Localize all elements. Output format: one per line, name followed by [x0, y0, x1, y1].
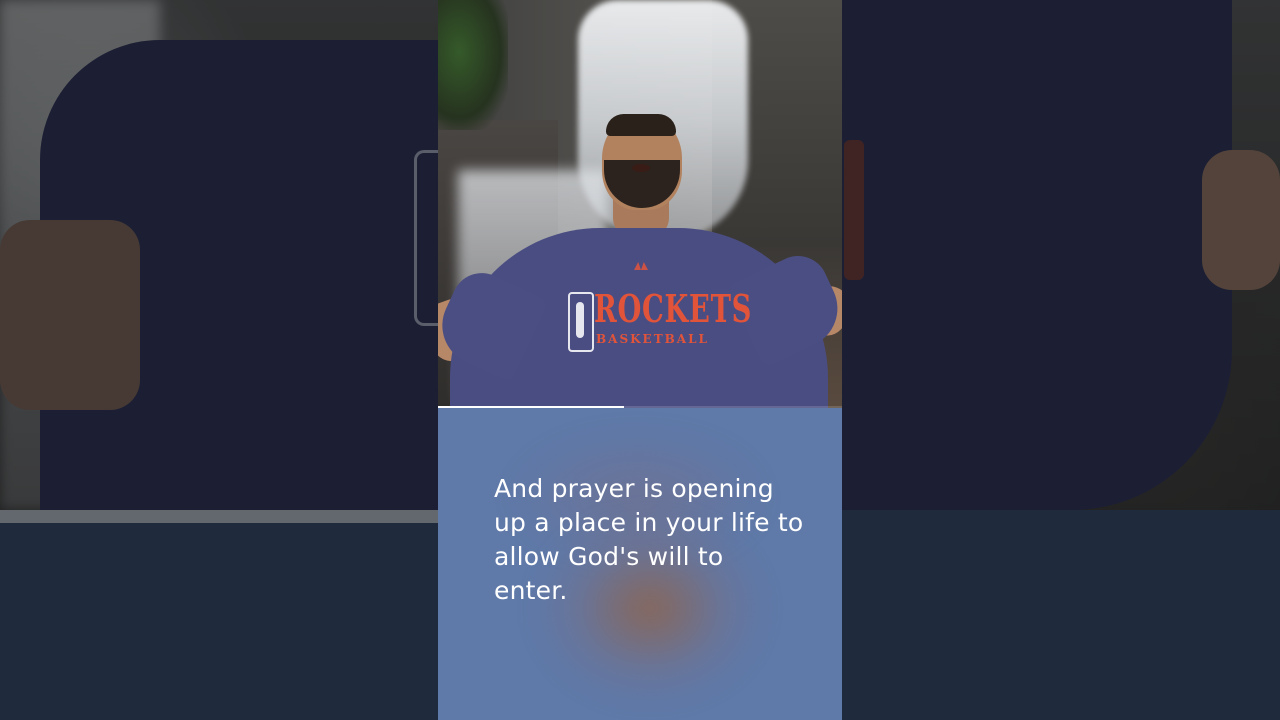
video-scene: ROCKETS BASKETBALL: [438, 0, 842, 408]
nba-logo-figure: [576, 302, 584, 338]
shirt-text-sub: BASKETBALL: [596, 332, 709, 346]
caption-panel: And prayer is opening up a place in your…: [438, 408, 842, 720]
caption-text: And prayer is opening up a place in your…: [494, 474, 804, 605]
backdrop-left-strip: [0, 510, 438, 523]
nba-logo-icon: [568, 292, 594, 352]
hair: [606, 114, 676, 136]
backdrop-right: [842, 0, 1280, 510]
mouth: [632, 164, 650, 172]
backdrop-left: [0, 0, 438, 510]
backdrop-dim: [0, 0, 438, 510]
foliage: [438, 0, 508, 130]
video-frame[interactable]: ROCKETS BASKETBALL And prayer is opening…: [438, 0, 842, 720]
backdrop-dim: [842, 0, 1280, 510]
shirt-text-main: ROCKETS: [594, 286, 753, 331]
